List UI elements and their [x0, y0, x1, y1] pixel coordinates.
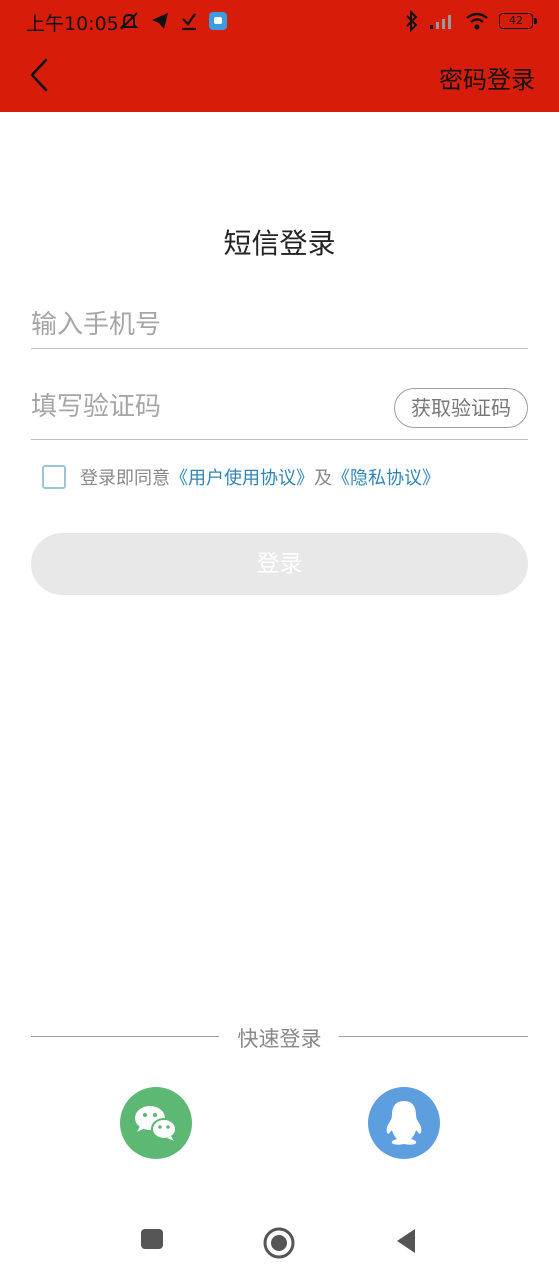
- bluetooth-icon: [406, 10, 418, 32]
- wechat-icon: [135, 1106, 177, 1141]
- verification-code-input[interactable]: [31, 384, 371, 430]
- password-login-link[interactable]: 密码登录: [439, 60, 535, 95]
- agreement-connector: 及: [314, 468, 332, 489]
- login-button[interactable]: 登录: [31, 533, 528, 595]
- user-agreement-link[interactable]: 《用户使用协议》: [170, 464, 314, 490]
- telegram-icon: [152, 13, 168, 29]
- page-title: 短信登录: [223, 227, 336, 260]
- wifi-icon: [466, 12, 488, 30]
- back-icon: [397, 1229, 415, 1253]
- qq-login-button[interactable]: [368, 1087, 440, 1159]
- phone-input[interactable]: [31, 304, 528, 346]
- quick-login-label: 快速登录: [237, 1027, 322, 1051]
- code-field: 获取验证码: [31, 384, 528, 440]
- nav-back-button[interactable]: [393, 1226, 419, 1260]
- back-button[interactable]: [24, 54, 58, 98]
- qq-icon: [386, 1101, 422, 1145]
- signal-icon: [430, 15, 451, 29]
- status-bar: 上午10:05 42: [0, 0, 559, 42]
- status-time: 上午10:05: [26, 13, 119, 35]
- agreement-row: 登录即同意 《用户使用协议》 及 《隐私协议》: [42, 463, 440, 491]
- chevron-left-icon: [30, 58, 48, 92]
- battery-level: 42: [509, 14, 523, 27]
- download-icon: [182, 13, 196, 31]
- battery-icon: 42: [499, 13, 537, 29]
- app-header: 上午10:05 42 密码登录: [0, 0, 559, 112]
- status-left-icons: [118, 9, 228, 33]
- agreement-checkbox[interactable]: [42, 465, 66, 489]
- nav-recents-button[interactable]: [139, 1226, 165, 1256]
- wechat-login-button[interactable]: [120, 1087, 192, 1159]
- nav-home-button[interactable]: [262, 1226, 296, 1264]
- quick-login-divider-right: [339, 1036, 528, 1037]
- home-icon: [263, 1227, 295, 1259]
- agreement-prefix: 登录即同意: [80, 468, 170, 489]
- phone-field: [31, 304, 528, 349]
- privacy-link[interactable]: 《隐私协议》: [332, 464, 440, 490]
- status-right-icons: 42: [405, 9, 537, 33]
- recents-icon: [141, 1229, 163, 1249]
- app-notification-icon: [209, 12, 227, 30]
- mute-icon: [119, 12, 139, 30]
- get-code-button[interactable]: 获取验证码: [394, 388, 528, 428]
